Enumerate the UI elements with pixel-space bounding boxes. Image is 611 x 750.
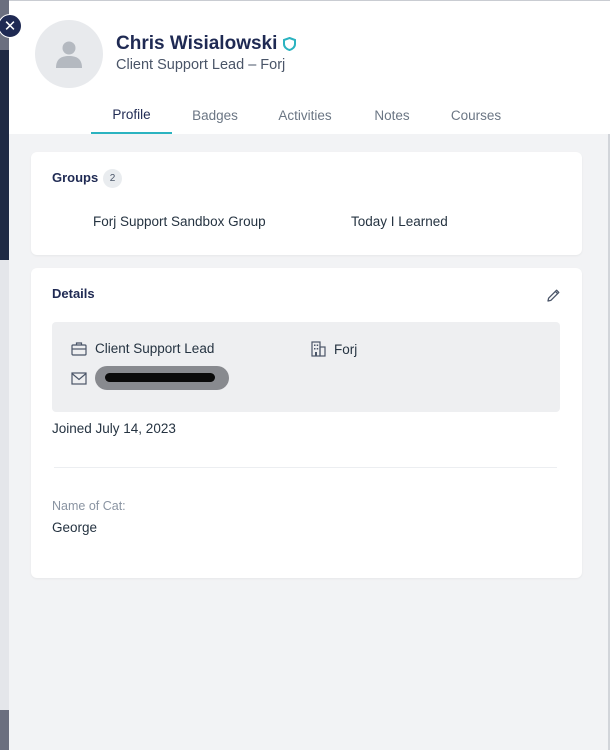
details-divider <box>54 467 557 468</box>
groups-card: Groups 2 Forj Support Sandbox Group Toda… <box>31 152 582 255</box>
job-title-value: Client Support Lead <box>95 341 215 356</box>
edit-details-button[interactable] <box>544 286 562 304</box>
details-title: Details <box>52 286 95 301</box>
close-icon: ✕ <box>3 18 17 35</box>
verified-shield-icon <box>283 37 297 51</box>
tab-profile[interactable]: Profile <box>91 96 172 134</box>
profile-subtitle: Client Support Lead – Forj <box>116 57 286 73</box>
groups-count-badge: 2 <box>103 169 122 188</box>
avatar <box>35 20 103 88</box>
avatar-placeholder-icon <box>56 41 82 68</box>
groups-title: Groups <box>52 170 99 185</box>
group-item-forj-support-sandbox[interactable]: Forj Support Sandbox Group <box>93 214 266 229</box>
background-dark-region <box>0 50 9 260</box>
building-icon <box>311 341 326 357</box>
profile-tabs: Profile Badges Activities Notes Courses <box>91 96 520 134</box>
details-info-box: Client Support Lead Forj <box>52 322 560 412</box>
tab-courses[interactable]: Courses <box>432 96 520 134</box>
job-title-item: Client Support Lead <box>71 341 214 356</box>
name-row: Chris Wisialowski <box>116 33 297 55</box>
custom-field-value: George <box>52 520 98 535</box>
email-item <box>71 366 229 390</box>
briefcase-icon <box>71 342 87 356</box>
tab-notes[interactable]: Notes <box>352 96 432 134</box>
profile-header: Chris Wisialowski Client Support Lead – … <box>9 1 610 134</box>
tab-activities[interactable]: Activities <box>258 96 352 134</box>
envelope-icon <box>71 371 87 385</box>
background-page <box>0 0 9 750</box>
background-light-region <box>0 260 9 710</box>
edit-pencil-icon <box>546 289 559 302</box>
joined-date: Joined July 14, 2023 <box>52 421 176 436</box>
company-value: Forj <box>334 341 358 357</box>
details-card: Details Client Support Lead Forj Joined … <box>31 268 582 578</box>
tab-badges[interactable]: Badges <box>172 96 258 134</box>
custom-field-label: Name of Cat: <box>52 499 126 513</box>
group-item-today-i-learned[interactable]: Today I Learned <box>351 214 448 229</box>
redacted-email <box>95 366 229 390</box>
profile-name: Chris Wisialowski <box>116 33 278 54</box>
company-item: Forj <box>311 341 357 357</box>
